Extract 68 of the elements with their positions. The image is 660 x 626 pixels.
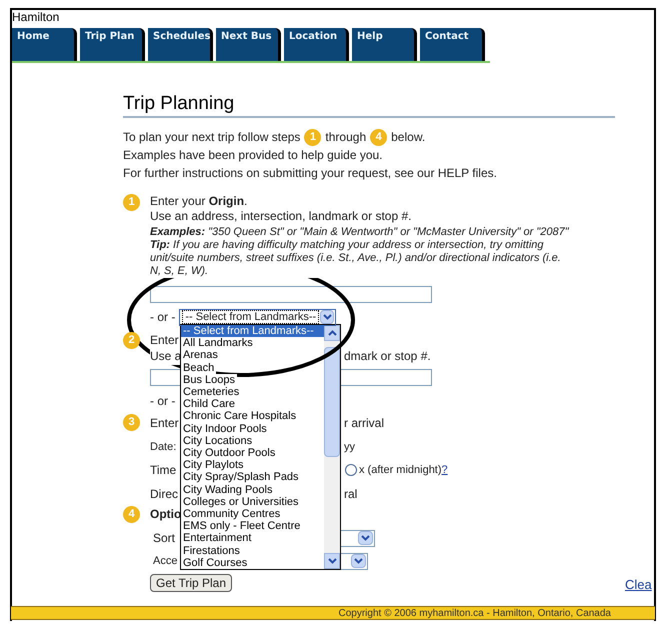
dropdown-option[interactable]: City Locations (181, 434, 254, 448)
step-number-badge: 3 (123, 414, 140, 431)
clear-link[interactable]: Clea (625, 575, 652, 594)
dropdown-option[interactable]: EMS only - Fleet Centre (181, 520, 302, 532)
step-number-badge: 1 (304, 128, 322, 146)
intro-text: below. (391, 129, 426, 146)
dropdown-option[interactable]: City Spray/Splash Pads (181, 471, 301, 484)
dropdown-arrow-icon (358, 531, 373, 545)
copyright-text: Copyright © 2006 myhamilton.ca - Hamilton, Ontario, Canada (338, 608, 611, 618)
time-radio[interactable] (345, 464, 357, 476)
intro-text: To plan your next trip follow steps (123, 129, 300, 146)
date-label-end: yy (344, 440, 355, 455)
help-link[interactable]: ? (442, 462, 448, 478)
step-subheading-end: dmark or stop #. (344, 348, 431, 365)
dropdown-option[interactable]: City Playlots (181, 459, 246, 472)
dropdown-option[interactable]: All Landmarks (181, 337, 255, 350)
nav-tab[interactable]: Contact (420, 28, 485, 61)
sort-label-start: Sort (153, 530, 176, 547)
step-heading-start: Optio (150, 506, 182, 523)
dropdown-option[interactable]: Bus Loops (181, 374, 237, 386)
dropdown-option[interactable]: -- Select from Landmarks-- (181, 325, 324, 338)
intro-text: Examples have been provided to help guide you. (123, 147, 384, 164)
nav-tab[interactable]: Schedules (148, 28, 213, 61)
dropdown-option[interactable]: Beach (181, 362, 216, 374)
nav-tab[interactable]: Home (12, 28, 77, 61)
step-number-badge: 4 (123, 506, 140, 522)
examples-text: Examples: "350 Queen St" or "Main & Wentworth" or "McMaster University" or "2087" (150, 226, 570, 239)
step-number-badge: 4 (370, 128, 388, 146)
dropdown-option[interactable]: City Indoor Pools (181, 422, 269, 435)
time-label-start: Time (150, 462, 178, 479)
accessibility-label-start: Acce (153, 554, 178, 569)
direction-label-end: ral (344, 486, 358, 503)
or-label: - or - (150, 394, 176, 408)
dropdown-option[interactable]: Child Care (181, 398, 237, 410)
origin-input[interactable] (150, 286, 432, 303)
scroll-down-icon[interactable] (324, 553, 340, 569)
dropdown-option[interactable]: Arenas (181, 349, 220, 362)
nav-tab[interactable]: Help (352, 28, 417, 61)
intro-text: through (325, 129, 366, 146)
nav-tab[interactable]: Trip Plan (80, 28, 145, 61)
step-number-badge: 2 (123, 332, 140, 348)
radio-label: x (after midnight) (359, 462, 442, 478)
dropdown-option[interactable]: City Wading Pools (181, 484, 274, 496)
scroll-up-icon[interactable] (324, 325, 340, 341)
scrollbar[interactable] (324, 325, 340, 569)
step-heading-end: r arrival (344, 414, 384, 432)
dropdown-option[interactable]: Golf Courses (181, 556, 250, 570)
dropdown-option[interactable]: Cemeteries (181, 386, 242, 398)
dropdown-arrow-icon (320, 310, 334, 324)
dropdown-option[interactable]: City Outdoor Pools (181, 447, 278, 460)
scroll-thumb[interactable] (324, 347, 340, 457)
dropdown-arrow-icon (351, 554, 366, 568)
step-heading: Enter your Origin. (150, 194, 248, 209)
site-title: Hamilton (12, 10, 60, 24)
page-title: Trip Planning (123, 93, 615, 118)
or-label: - or - (150, 309, 176, 326)
step-heading-start: Enter (150, 332, 179, 349)
step-subheading: Use an address, intersection, landmark or stop #. (150, 209, 412, 224)
get-trip-plan-button[interactable]: Get Trip Plan (150, 574, 232, 592)
nav-tab[interactable]: Next Bus (216, 28, 281, 61)
dropdown-option[interactable]: Community Centres (181, 508, 282, 520)
step-number-badge: 1 (123, 194, 140, 211)
dropdown-option[interactable]: Colleges or Universities (181, 496, 301, 508)
dropdown-option[interactable]: Chronic Care Hospitals (181, 410, 298, 423)
dropdown-option[interactable]: Firestations (181, 544, 242, 557)
step-heading-start: Enter (150, 414, 180, 432)
nav-tab[interactable]: Location (284, 28, 349, 61)
intro-text: For further instructions on submitting your request, see our HELP files. (123, 165, 498, 182)
